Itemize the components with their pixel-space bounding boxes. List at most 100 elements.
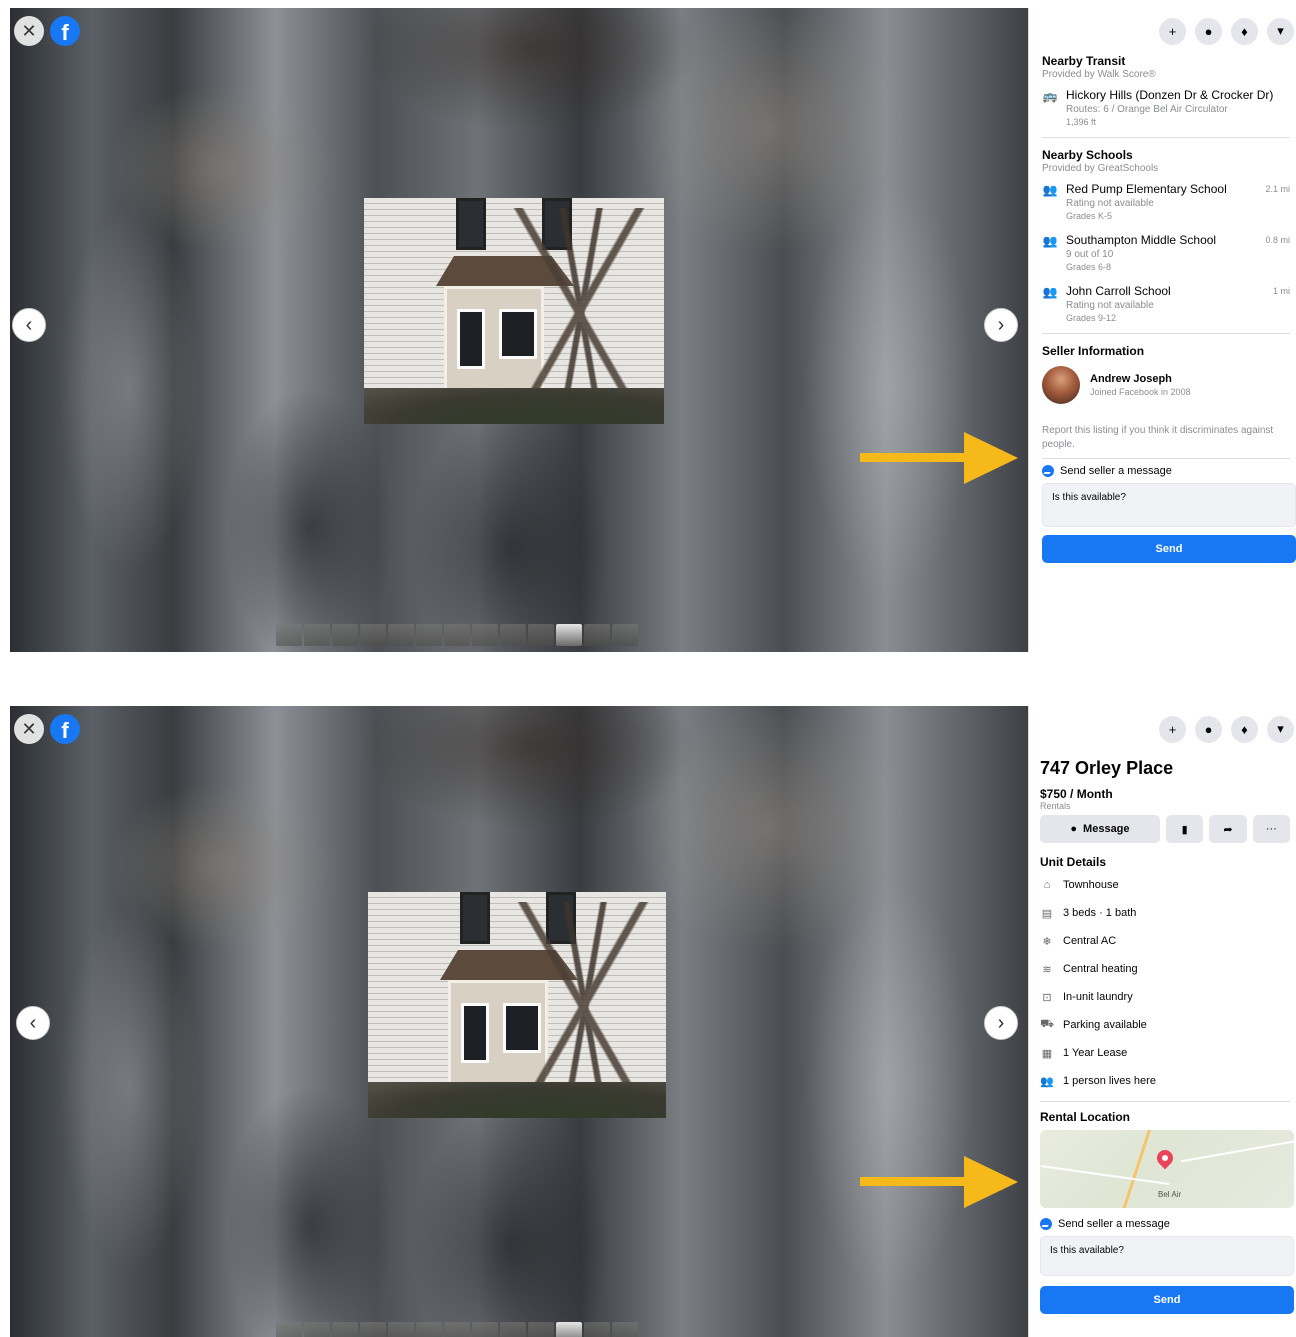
thumbnail[interactable] <box>584 1322 610 1337</box>
message-input[interactable]: Is this available? <box>1040 1236 1294 1276</box>
seller-profile[interactable]: Andrew Joseph Joined Facebook in 2008 <box>1042 366 1290 404</box>
sidebar-header: + ● ♦ ▾ <box>1029 8 1296 54</box>
divider <box>1042 333 1290 334</box>
account-menu-button[interactable]: ▾ <box>1267 17 1294 45</box>
chevron-left-icon: ‹ <box>25 313 33 336</box>
listing-title: 747 Orley Place <box>1040 758 1174 778</box>
rental-location-map[interactable]: Bel Air <box>1040 1130 1294 1208</box>
school-grades: Grades 9-12 <box>1066 313 1117 323</box>
listing-sidebar: + ● ♦ ▾ Nearby Transit Provided by Walk … <box>1028 8 1296 652</box>
thumbnail-active[interactable] <box>556 1322 582 1337</box>
avatar[interactable] <box>1042 366 1080 404</box>
transit-distance: 1,396 ft <box>1066 117 1097 127</box>
callout-arrow-icon <box>860 1156 1018 1208</box>
photo-viewer: ✕ f ‹ › <box>10 706 1028 1337</box>
thumbnail[interactable] <box>500 1322 526 1337</box>
school-name: John Carroll School <box>1066 284 1171 298</box>
detail-row: ▦ 1 Year Lease <box>1040 1039 1290 1067</box>
notifications-button[interactable]: ♦ <box>1231 17 1258 45</box>
listing-category[interactable]: Rentals <box>1040 801 1290 811</box>
thumbnail[interactable] <box>528 1322 554 1337</box>
send-message-heading: Send seller a message <box>1042 465 1290 477</box>
create-button[interactable]: + <box>1159 715 1186 743</box>
viewer-topbar: ✕ f <box>14 714 80 744</box>
school-rating: 9 out of 10 <box>1066 249 1114 260</box>
thumbnail[interactable] <box>444 1322 470 1337</box>
save-button[interactable]: ▮ <box>1165 815 1204 843</box>
transit-routes: Routes: 6 / Orange Bel Air Circulator <box>1066 104 1228 115</box>
next-photo-button[interactable]: › <box>984 308 1018 342</box>
previous-photo-button[interactable]: ‹ <box>12 308 46 342</box>
thumbnail[interactable] <box>304 624 330 646</box>
thumbnail[interactable] <box>388 624 414 646</box>
thumbnail[interactable] <box>416 1322 442 1337</box>
share-button[interactable]: ➦ <box>1209 815 1247 843</box>
school-distance: 1 mi <box>1272 286 1290 296</box>
message-input[interactable]: Is this available? <box>1042 483 1296 527</box>
message-button[interactable]: ● Message <box>1040 815 1160 843</box>
transit-stop-name: Hickory Hills (Donzen Dr & Crocker Dr) <box>1066 88 1274 102</box>
school-distance: 0.8 mi <box>1265 235 1290 245</box>
thumbnail[interactable] <box>360 1322 386 1337</box>
create-button[interactable]: + <box>1159 17 1186 45</box>
thumbnail-strip <box>276 624 638 646</box>
plus-icon: + <box>1168 721 1177 737</box>
messenger-icon <box>1042 465 1054 477</box>
thumbnail[interactable] <box>444 624 470 646</box>
thumbnail[interactable] <box>612 624 638 646</box>
detail-text: 3 beds · 1 bath <box>1063 907 1137 919</box>
bookmark-icon: ▮ <box>1181 823 1188 836</box>
report-listing-link[interactable]: Report this listing if you think it disc… <box>1042 424 1290 452</box>
thumbnail[interactable] <box>612 1322 638 1337</box>
thumbnail-active[interactable] <box>556 624 582 646</box>
thumbnail[interactable] <box>360 624 386 646</box>
more-options-button[interactable]: ··· <box>1252 815 1291 843</box>
thumbnail[interactable] <box>416 624 442 646</box>
thumbnail[interactable] <box>528 624 554 646</box>
rental-location-title: Rental Location <box>1040 1110 1131 1124</box>
nearby-schools-title: Nearby Schools <box>1042 148 1133 162</box>
thumbnail[interactable] <box>584 624 610 646</box>
thumbnail[interactable] <box>500 624 526 646</box>
car-icon: ⛟ <box>1040 1018 1054 1030</box>
send-button[interactable]: Send <box>1040 1286 1294 1314</box>
messenger-icon: ● <box>1070 823 1078 835</box>
close-button[interactable]: ✕ <box>14 714 44 744</box>
previous-photo-button[interactable]: ‹ <box>16 1006 50 1040</box>
thumbnail[interactable] <box>304 1322 330 1337</box>
thumbnail[interactable] <box>276 1322 302 1337</box>
bus-icon: 🚌 <box>1042 89 1058 103</box>
bell-icon: ♦ <box>1241 721 1248 737</box>
transit-provider[interactable]: Provided by Walk Score® <box>1042 69 1290 80</box>
messenger-button[interactable]: ● <box>1195 17 1222 45</box>
facebook-logo-icon[interactable]: f <box>50 714 80 744</box>
detail-text: Central heating <box>1063 963 1138 975</box>
thumbnail[interactable] <box>276 624 302 646</box>
photo-viewer: ✕ f ‹ › <box>10 8 1028 652</box>
school-distance: 2.1 mi <box>1265 184 1290 194</box>
schools-provider[interactable]: Provided by GreatSchools <box>1042 163 1290 174</box>
tree <box>498 902 666 1112</box>
account-menu-button[interactable]: ▾ <box>1267 715 1294 743</box>
notifications-button[interactable]: ♦ <box>1231 715 1258 743</box>
seller-name[interactable]: Andrew Joseph <box>1090 373 1191 385</box>
close-button[interactable]: ✕ <box>14 16 44 46</box>
snowflake-icon: ❄ <box>1042 935 1052 948</box>
detail-text: In-unit laundry <box>1063 991 1133 1003</box>
school-rating: Rating not available <box>1066 300 1154 311</box>
thumbnail[interactable] <box>472 624 498 646</box>
chevron-down-icon: ▾ <box>1277 721 1284 736</box>
heat-icon: ≋ <box>1042 963 1052 976</box>
messenger-button[interactable]: ● <box>1195 715 1222 743</box>
divider <box>1040 1101 1290 1102</box>
next-photo-button[interactable]: › <box>984 1006 1018 1040</box>
thumbnail[interactable] <box>332 624 358 646</box>
facebook-logo-icon[interactable]: f <box>50 16 80 46</box>
thumbnail[interactable] <box>332 1322 358 1337</box>
send-message-label: Send seller a message <box>1060 465 1172 477</box>
thumbnail[interactable] <box>472 1322 498 1337</box>
send-button[interactable]: Send <box>1042 535 1296 563</box>
detail-row: ⛟ Parking available <box>1040 1011 1290 1039</box>
people-icon: 👥 <box>1040 1075 1054 1088</box>
thumbnail[interactable] <box>388 1322 414 1337</box>
